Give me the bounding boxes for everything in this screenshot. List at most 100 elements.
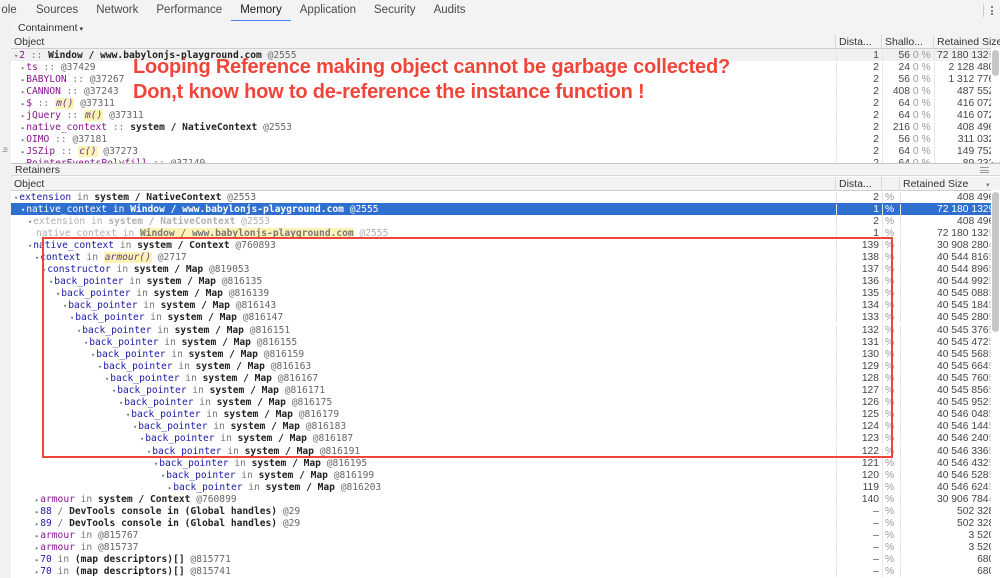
cell-object[interactable]: ▾back_pointer in system / Map @816155 xyxy=(11,337,836,348)
table-row[interactable]: ▾extension in system / NativeContext @25… xyxy=(11,191,1000,203)
cell-object[interactable]: ▾back_pointer in system / Map @816171 xyxy=(11,385,836,396)
containment-vertical-scrollbar[interactable] xyxy=(991,48,1000,162)
disclosure-triangle-icon[interactable]: ▾ xyxy=(112,387,116,395)
cell-object[interactable]: native_context in Window / www.babylonjs… xyxy=(11,227,836,239)
disclosure-triangle-icon[interactable]: ▸ xyxy=(35,556,39,564)
disclosure-triangle-icon[interactable]: ▸ xyxy=(21,76,25,84)
column-header-retained-size[interactable]: Retained Size xyxy=(900,177,1000,190)
column-header-shallow-size[interactable]: Shallo... xyxy=(882,35,934,48)
disclosure-triangle-icon[interactable]: ▸ xyxy=(21,88,25,96)
table-row[interactable]: native_context in Window / www.babylonjs… xyxy=(11,227,1000,239)
column-header-distance[interactable]: Dista... xyxy=(836,35,882,48)
scrollbar-thumb[interactable] xyxy=(992,192,999,332)
table-row[interactable]: ▾back_pointer in system / Map @816155 131… xyxy=(11,336,1000,348)
table-row[interactable]: ▾back_pointer in system / Map @816143 134… xyxy=(11,300,1000,312)
cell-object[interactable]: ▸armour in system / Context @760899 xyxy=(11,494,836,505)
cell-object[interactable]: ▸70 in (map descriptors)[] @815741 xyxy=(11,566,836,577)
cell-object[interactable]: ▾back_pointer in system / Map @816179 xyxy=(11,409,836,420)
disclosure-triangle-icon[interactable]: ▾ xyxy=(105,375,109,383)
disclosure-triangle-icon[interactable]: ▾ xyxy=(28,242,32,250)
disclosure-triangle-icon[interactable]: ▸ xyxy=(21,136,25,144)
disclosure-triangle-icon[interactable]: ▾ xyxy=(63,302,67,310)
disclosure-triangle-icon[interactable]: ▸ xyxy=(35,508,39,516)
table-row[interactable]: ▸armour in @815767–%3 5200 xyxy=(11,530,1000,542)
cell-object[interactable]: ▾back_pointer in system / Map @816163 xyxy=(11,361,836,372)
cell-object[interactable]: ▾back_pointer in system / Map @816191 xyxy=(11,446,836,457)
table-row[interactable]: ▾back_pointer in system / Map @816199 120… xyxy=(11,469,1000,481)
disclosure-triangle-icon[interactable]: ▾ xyxy=(84,339,88,347)
disclosure-triangle-icon[interactable]: ▾ xyxy=(42,266,46,274)
disclosure-triangle-icon[interactable]: ▸ xyxy=(21,148,25,156)
column-header-object[interactable]: Object xyxy=(11,35,836,48)
table-row[interactable]: ▾native_context in Window / www.babylonj… xyxy=(11,203,1000,216)
table-row[interactable]: ▾back_pointer in system / Map @816195 121… xyxy=(11,457,1000,469)
disclosure-triangle-icon[interactable]: ▾ xyxy=(161,472,165,480)
cell-object[interactable]: ▾extension in system / NativeContext @25… xyxy=(11,192,836,203)
cell-object[interactable]: ▸JSZip :: c() @37273 xyxy=(11,146,836,158)
disclosure-triangle-icon[interactable]: ▾ xyxy=(140,435,144,443)
table-row[interactable]: ▸armour in system / Context @760899 140% 3… xyxy=(11,493,1000,505)
cell-object[interactable]: ▾back_pointer in system / Map @816151 xyxy=(11,325,836,336)
cell-object[interactable]: ▸OIMO :: @37181 xyxy=(11,134,836,145)
cell-object[interactable]: ▸88 / DevTools console in (Global handle… xyxy=(11,506,836,517)
cell-object[interactable]: ▸native_context :: system / NativeContex… xyxy=(11,122,836,133)
table-row[interactable]: ▾back_pointer in system / Map @816163 129… xyxy=(11,360,1000,372)
disclosure-triangle-icon[interactable]: ▾ xyxy=(70,314,74,322)
cell-object[interactable]: ▾back_pointer in system / Map @816135 xyxy=(11,276,836,287)
disclosure-triangle-icon[interactable]: ▾ xyxy=(154,460,158,468)
table-row[interactable]: ▾constructor in system / Map @819053 137%… xyxy=(11,264,1000,276)
table-row[interactable]: ▾back_pointer in system / Map @816179 125… xyxy=(11,409,1000,421)
disclosure-triangle-icon[interactable]: ▾ xyxy=(126,411,130,419)
table-row[interactable]: ▾back_pointer in system / Map @816139 135… xyxy=(11,288,1000,300)
disclosure-triangle-icon[interactable]: ▾ xyxy=(77,327,81,335)
tab-audits[interactable]: Audits xyxy=(425,0,475,22)
retainers-section-header[interactable]: Retainers xyxy=(11,163,1000,176)
table-row[interactable]: ▸armour in @815737–%3 5200 xyxy=(11,542,1000,554)
disclosure-triangle-icon[interactable]: ▾ xyxy=(119,399,123,407)
cell-object[interactable]: ▾back_pointer in system / Map @816183 xyxy=(11,421,836,432)
cell-object[interactable]: ▾back_pointer in system / Map @816199 xyxy=(11,470,836,481)
tab-performance[interactable]: Performance xyxy=(147,0,231,22)
table-row[interactable]: ▾native_context in system / Context @760… xyxy=(11,239,1000,251)
disclosure-triangle-icon[interactable]: ▸ xyxy=(35,520,39,528)
disclosure-triangle-icon[interactable]: ▾ xyxy=(28,218,32,226)
table-row[interactable]: ▾back_pointer in system / Map @816187 123… xyxy=(11,433,1000,445)
table-row[interactable]: ▸88 / DevTools console in (Global handle… xyxy=(11,505,1000,517)
table-row[interactable]: ▸OIMO :: @37181256 0 %311 0320 xyxy=(11,134,1000,146)
table-row[interactable]: ▾back_pointer in system / Map @816159 130… xyxy=(11,348,1000,360)
column-header-shallow-size[interactable] xyxy=(882,177,900,190)
disclosure-triangle-icon[interactable]: ▸ xyxy=(35,544,39,552)
retainers-vertical-scrollbar[interactable] xyxy=(991,190,1000,578)
cell-object[interactable]: ▾constructor in system / Map @819053 xyxy=(11,264,836,275)
cell-object[interactable]: ▾back_pointer in system / Map @816143 xyxy=(11,300,836,311)
table-row[interactable]: ▸jQuery :: m() @37311264 0 %416 0721 xyxy=(11,109,1000,122)
cell-object[interactable]: ▾native_context in Window / www.babylonj… xyxy=(11,204,836,215)
column-header-retained-size[interactable]: Retained Size xyxy=(934,35,1000,48)
tab-console-clipped[interactable]: ole xyxy=(0,0,27,22)
cell-object[interactable]: ▸jQuery :: m() @37311 xyxy=(11,110,836,122)
cell-object[interactable]: ▾back_pointer in system / Map @816139 xyxy=(11,288,836,299)
disclosure-triangle-icon[interactable]: ▾ xyxy=(98,363,102,371)
table-row[interactable]: ▾back_pointer in system / Map @816183 124… xyxy=(11,421,1000,433)
cell-object[interactable]: ▸70 in (map descriptors)[] @815771 xyxy=(11,554,836,565)
tab-memory[interactable]: Memory xyxy=(231,0,291,22)
disclosure-triangle-icon[interactable]: ▾ xyxy=(91,351,95,359)
cell-object[interactable]: ▾back_pointer in system / Map @816187 xyxy=(11,433,836,444)
column-header-distance[interactable]: Dista... xyxy=(836,177,882,190)
tab-application[interactable]: Application xyxy=(291,0,365,22)
disclosure-triangle-icon[interactable]: ▸ xyxy=(168,484,172,492)
disclosure-triangle-icon[interactable]: ▸ xyxy=(35,496,39,504)
cell-object[interactable]: ▾context in armour() @2717 xyxy=(11,252,836,264)
table-row[interactable]: ▾back_pointer in system / Map @816151 132… xyxy=(11,324,1000,336)
splitter-grip-icon[interactable] xyxy=(980,167,989,173)
disclosure-triangle-icon[interactable]: ▾ xyxy=(14,52,18,60)
table-row[interactable]: ▸JSZip :: c() @37273264 0 %149 7520 xyxy=(11,146,1000,158)
disclosure-triangle-icon[interactable]: ▸ xyxy=(21,124,25,132)
table-row[interactable]: ▸89 / DevTools console in (Global handle… xyxy=(11,518,1000,530)
disclosure-triangle-icon[interactable]: ▾ xyxy=(133,423,137,431)
table-row[interactable]: ▾back_pointer in system / Map @816175 126… xyxy=(11,397,1000,409)
cell-object[interactable]: ▸armour in @815737 xyxy=(11,542,836,553)
table-row[interactable]: ▾back_pointer in system / Map @816171 127… xyxy=(11,385,1000,397)
disclosure-triangle-icon[interactable]: ▸ xyxy=(21,100,25,108)
cell-object[interactable]: ▾back_pointer in system / Map @816167 xyxy=(11,373,836,384)
